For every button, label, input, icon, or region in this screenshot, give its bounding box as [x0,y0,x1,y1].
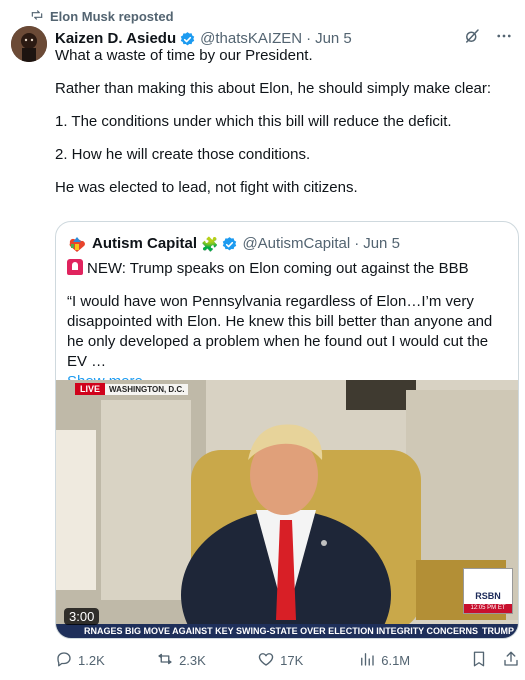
video-frame [56,380,518,638]
quote-author-avatar[interactable] [67,234,87,254]
like-count: 17K [280,653,304,668]
like-button[interactable]: 17K [257,650,358,671]
repost-label: Elon Musk reposted [50,9,174,24]
siren-icon [67,259,83,275]
tweet-paragraph: What a waste of time by our President. [55,47,313,64]
quote-headline-text: NEW: Trump speaks on Elon coming out aga… [87,260,469,277]
live-badge: LIVE [75,383,106,395]
repost-count: 2.3K [179,653,206,668]
repost-icon [30,8,44,25]
network-name: RSBN [475,591,501,601]
quote-date[interactable]: Jun 5 [363,234,400,254]
video-duration: 3:00 [64,608,100,625]
live-location: WASHINGTON, D.C. [105,383,189,395]
quote-text: NEW: Trump speaks on Elon coming out aga… [67,259,507,392]
tweet-paragraph: 1. The conditions under which this bill … [55,113,452,130]
share-icon[interactable] [502,650,520,671]
quote-separator: · [354,235,360,252]
quote-header: Autism Capital 🧩 @AutismCapital · Jun 5 [67,234,400,254]
action-bar: 1.2K 2.3K 17K 6.1M [55,650,520,671]
reply-icon [55,650,73,671]
quote-headline: NEW: Trump speaks on Elon coming out aga… [67,259,507,279]
reply-count: 1.2K [78,653,105,668]
quote-author-name[interactable]: Autism Capital [92,234,197,254]
repost-context[interactable]: Elon Musk reposted [30,8,174,25]
video-player[interactable]: LIVE WASHINGTON, D.C. RSBN 12:05 PM ET R… [56,380,518,638]
views-icon [358,650,376,671]
tweet-paragraph: Rather than making this about Elon, he s… [55,80,492,97]
tweet-paragraph: He was elected to lead, not fight with c… [55,179,358,196]
tweet-text: What a waste of time by our President. R… [55,46,515,198]
bookmark-icon[interactable] [470,650,488,671]
verified-badge-icon [221,236,238,253]
network-logo: RSBN 12:05 PM ET [463,568,513,614]
puzzle-emoji: 🧩 [201,236,219,252]
views-button[interactable]: 6.1M [358,650,470,671]
views-count: 6.1M [381,653,411,668]
quote-author-handle[interactable]: @AutismCapital [242,234,350,254]
repost-button[interactable]: 2.3K [156,650,257,671]
repost-icon [156,650,174,671]
news-ticker: RNAGES BIG MOVE AGAINST KEY SWING-STATE … [56,624,518,638]
verified-badge-icon [179,31,196,48]
ticker-end: TRUMP [482,626,514,636]
author-avatar[interactable] [11,26,47,62]
like-icon [257,650,275,671]
live-bar: LIVE WASHINGTON, D.C. [75,383,189,395]
ticker-text: RNAGES BIG MOVE AGAINST KEY SWING-STATE … [84,626,479,636]
tweet-paragraph: 2. How he will create those conditions. [55,146,311,163]
network-clock: 12:05 PM ET [464,604,512,613]
reply-button[interactable]: 1.2K [55,650,156,671]
quote-body: “I would have won Pennsylvania regardles… [67,292,507,392]
quoted-tweet[interactable]: Autism Capital 🧩 @AutismCapital · Jun 5 … [55,221,519,639]
quote-body-text: “I would have won Pennsylvania regardles… [67,293,493,370]
